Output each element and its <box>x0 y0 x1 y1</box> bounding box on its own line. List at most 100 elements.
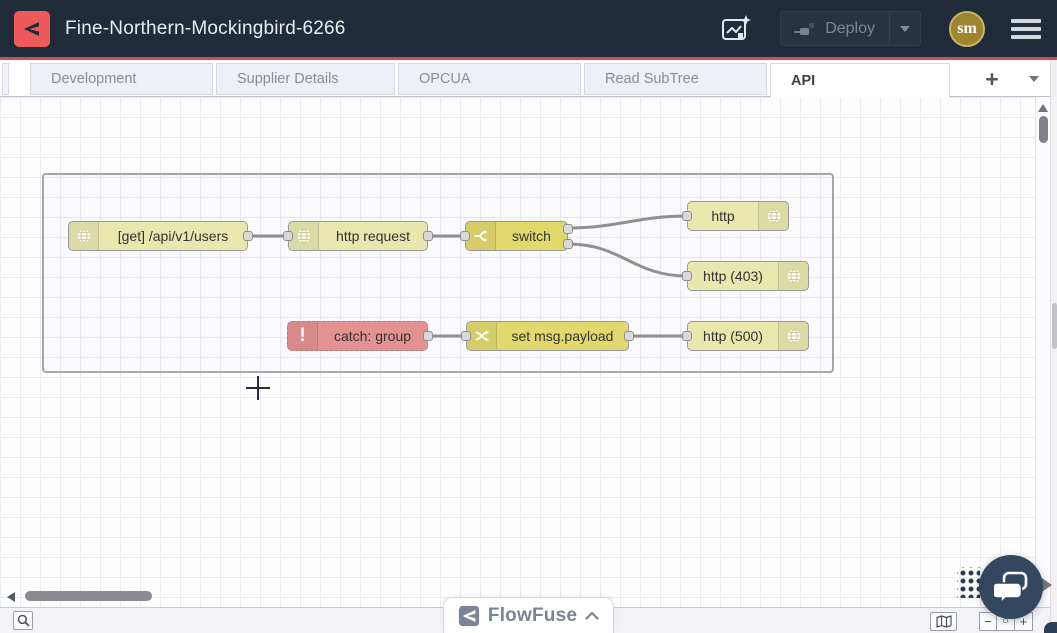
node-switch[interactable]: switch <box>465 221 568 251</box>
instance-title: Fine-Northern-Mockingbird-6266 <box>65 18 346 40</box>
deploy-label: Deploy <box>825 20 875 38</box>
node-label: http request <box>319 222 427 250</box>
tab-label: Read SubTree <box>605 71 699 87</box>
minus-icon: − <box>984 614 992 629</box>
tab-label: OPCUA <box>419 71 471 87</box>
flowfuse-brand-label: FlowFuse <box>488 605 577 627</box>
globe-glyph <box>786 328 802 344</box>
node-label: http <box>688 202 758 230</box>
vertical-scrollbar[interactable] <box>1035 97 1050 607</box>
exclamation-icon: ! <box>288 322 318 350</box>
flowfuse-toolbar-pill[interactable]: FlowFuse <box>443 597 614 633</box>
flow-tab-bar: Development Supplier Details OPCUA Read … <box>0 60 1057 97</box>
hamburger-bar <box>1011 19 1041 23</box>
node-http-response-500[interactable]: http (500) <box>687 321 809 351</box>
tab-label: Development <box>51 71 136 87</box>
deploy-button[interactable]: Deploy <box>780 11 921 46</box>
horizontal-scrollbar-thumb[interactable] <box>25 591 152 601</box>
node-label: switch <box>496 222 567 250</box>
node-label: [get] /api/v1/users <box>99 222 247 250</box>
globe-glyph <box>766 208 782 224</box>
node-red-editor: Fine-Northern-Mockingbird-6266 <box>0 0 1057 633</box>
chevron-down-icon <box>1029 76 1039 82</box>
input-port[interactable] <box>682 331 692 341</box>
globe-glyph <box>296 228 312 244</box>
tab-opcua[interactable]: OPCUA <box>398 63 581 95</box>
node-http-in[interactable]: [get] /api/v1/users <box>68 221 248 251</box>
tab-read-subtree[interactable]: Read SubTree <box>584 63 767 95</box>
globe-icon <box>289 222 319 250</box>
chat-bubbles-icon <box>994 571 1028 603</box>
scroll-up-arrow-icon[interactable] <box>1038 104 1048 112</box>
node-label: catch: group <box>318 322 427 350</box>
exclamation-glyph: ! <box>299 323 305 349</box>
input-port[interactable] <box>682 271 692 281</box>
deploy-main[interactable]: Deploy <box>781 12 889 45</box>
globe-glyph <box>76 228 92 244</box>
vertical-scrollbar-thumb[interactable] <box>1039 116 1048 143</box>
tab-development[interactable]: Development <box>30 63 213 95</box>
input-port[interactable] <box>460 231 470 241</box>
tab-api-active[interactable]: API <box>770 63 950 98</box>
navigator-toggle-button[interactable] <box>930 612 957 631</box>
tab-scroll-edge <box>2 63 9 95</box>
fork-icon <box>466 222 496 250</box>
output-port-2[interactable] <box>563 239 573 249</box>
map-icon <box>936 615 952 628</box>
input-port[interactable] <box>682 211 692 221</box>
globe-icon <box>778 262 808 290</box>
node-change[interactable]: set msg.payload <box>466 321 629 351</box>
window-scrollbar[interactable] <box>1050 60 1057 633</box>
globe-icon <box>758 202 788 230</box>
hamburger-bar <box>1011 35 1041 39</box>
user-avatar[interactable]: sm <box>949 11 985 47</box>
shuffle-icon <box>467 322 497 350</box>
chevron-down-icon <box>900 26 910 32</box>
main-menu-button[interactable] <box>1009 15 1043 43</box>
output-port-1[interactable] <box>563 224 573 234</box>
globe-glyph <box>786 268 802 284</box>
plus-icon: + <box>985 66 998 93</box>
header-actions: Deploy sm <box>718 11 1043 47</box>
node-http-response[interactable]: http <box>687 201 789 231</box>
add-flow-button[interactable]: + <box>975 64 1009 94</box>
flow-list-button[interactable] <box>1019 64 1049 94</box>
fork-glyph <box>473 228 489 244</box>
avatar-initials: sm <box>957 20 977 38</box>
flowfuse-logo-icon <box>458 605 480 627</box>
node-label: http (403) <box>688 262 778 290</box>
drag-handle-dots[interactable] <box>957 567 980 598</box>
crosshair-line <box>257 376 259 400</box>
chat-widget-button[interactable] <box>979 555 1043 619</box>
tab-label: API <box>791 73 815 89</box>
flow-assistant-icon[interactable] <box>718 12 754 46</box>
output-port[interactable] <box>243 231 253 241</box>
chat-frame-corner <box>1044 622 1057 633</box>
shuffle-glyph <box>474 328 490 344</box>
search-button[interactable] <box>13 611 33 630</box>
globe-icon <box>69 222 99 250</box>
flow-assistant-glyph <box>720 14 752 44</box>
flow-canvas[interactable]: [get] /api/v1/users http request <box>0 97 1035 607</box>
output-port[interactable] <box>423 231 433 241</box>
deploy-node-icon <box>793 21 815 37</box>
tab-supplier-details[interactable]: Supplier Details <box>216 63 395 95</box>
output-port[interactable] <box>624 331 634 341</box>
node-catch[interactable]: ! catch: group <box>287 321 428 351</box>
node-label: http (500) <box>688 322 778 350</box>
output-port[interactable] <box>423 331 433 341</box>
search-icon <box>17 614 30 627</box>
node-http-response-403[interactable]: http (403) <box>687 261 809 291</box>
tab-label: Supplier Details <box>237 71 339 87</box>
header-bar: Fine-Northern-Mockingbird-6266 <box>0 0 1057 60</box>
window-scrollbar-thumb[interactable] <box>1052 303 1057 349</box>
chevron-up-icon <box>585 611 599 620</box>
flowfuse-logo-glyph <box>20 17 44 41</box>
scroll-left-arrow-icon[interactable] <box>7 592 15 602</box>
cursor-crosshair <box>246 376 270 400</box>
input-port[interactable] <box>461 331 471 341</box>
deploy-options-button[interactable] <box>890 12 920 45</box>
input-port[interactable] <box>283 231 293 241</box>
node-http-request[interactable]: http request <box>288 221 428 251</box>
flowfuse-logo-icon[interactable] <box>14 11 50 47</box>
